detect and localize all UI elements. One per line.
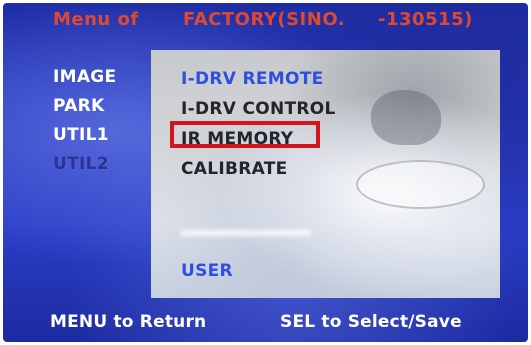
background-video-shape xyxy=(356,160,485,209)
menu-item-util2[interactable]: UTIL2 xyxy=(53,150,116,179)
title-menu-of: Menu of xyxy=(53,9,139,30)
menu-item-util1[interactable]: UTIL1 xyxy=(53,121,116,150)
menu-item-park[interactable]: PARK xyxy=(53,92,116,121)
title-factory: FACTORY(SINO. xyxy=(183,9,346,30)
title-code: -130515) xyxy=(378,9,473,30)
submenu-item-user[interactable]: USER xyxy=(181,261,233,281)
submenu-item-idrv-remote[interactable]: I-DRV REMOTE xyxy=(181,64,336,94)
osd-screen: Menu of FACTORY(SINO. -130515) IMAGE PAR… xyxy=(3,3,528,342)
background-video-shape xyxy=(371,90,441,145)
menu-item-image[interactable]: IMAGE xyxy=(53,63,116,92)
category-menu: IMAGE PARK UTIL1 UTIL2 xyxy=(53,63,116,179)
menu-return-hint: MENU to Return xyxy=(50,312,207,332)
submenu-item-idrv-control[interactable]: I-DRV CONTROL xyxy=(181,94,336,124)
select-save-hint: SEL to Select/Save xyxy=(280,312,462,332)
submenu-item-calibrate[interactable]: CALIBRATE xyxy=(181,154,336,184)
background-video-shape xyxy=(181,230,311,236)
selection-highlight xyxy=(170,121,320,148)
